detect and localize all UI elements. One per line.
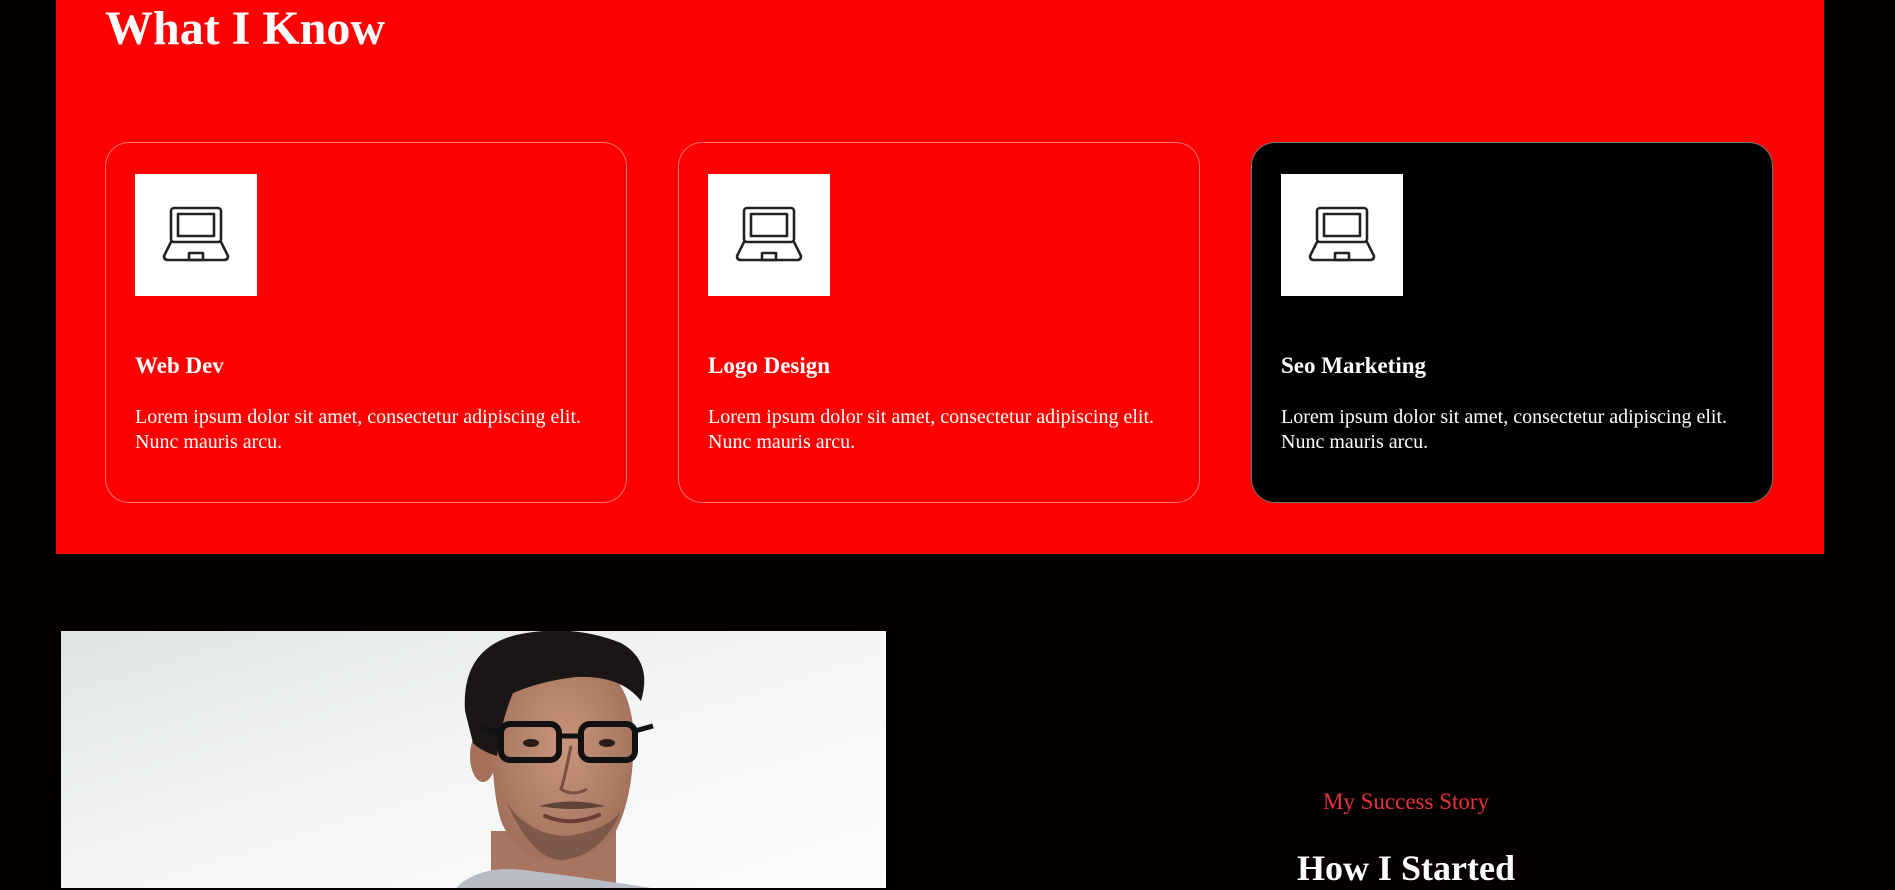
service-card-web-dev[interactable]: Web Dev Lorem ipsum dolor sit amet, cons… — [105, 142, 627, 503]
laptop-icon — [135, 174, 257, 296]
services-section: What I Know Web Dev Lorem ipsum dolor si… — [56, 0, 1824, 554]
card-text: Lorem ipsum dolor sit amet, consectetur … — [135, 406, 582, 453]
card-title: Logo Design — [708, 353, 831, 378]
service-card-logo-design[interactable]: Logo Design Lorem ipsum dolor sit amet, … — [678, 142, 1200, 503]
laptop-icon — [1281, 174, 1403, 296]
service-card-seo-marketing[interactable]: Seo Marketing Lorem ipsum dolor sit amet… — [1251, 142, 1773, 503]
laptop-icon — [708, 174, 830, 296]
card-text: Lorem ipsum dolor sit amet, consectetur … — [1281, 406, 1728, 453]
card-text: Lorem ipsum dolor sit amet, consectetur … — [708, 406, 1155, 453]
story-eyebrow: My Success Story — [1322, 789, 1490, 814]
story-title: How I Started — [1297, 848, 1515, 888]
card-title: Seo Marketing — [1281, 353, 1427, 378]
section-title: What I Know — [105, 2, 386, 55]
card-title: Web Dev — [135, 353, 224, 378]
portrait-photo — [61, 631, 886, 888]
